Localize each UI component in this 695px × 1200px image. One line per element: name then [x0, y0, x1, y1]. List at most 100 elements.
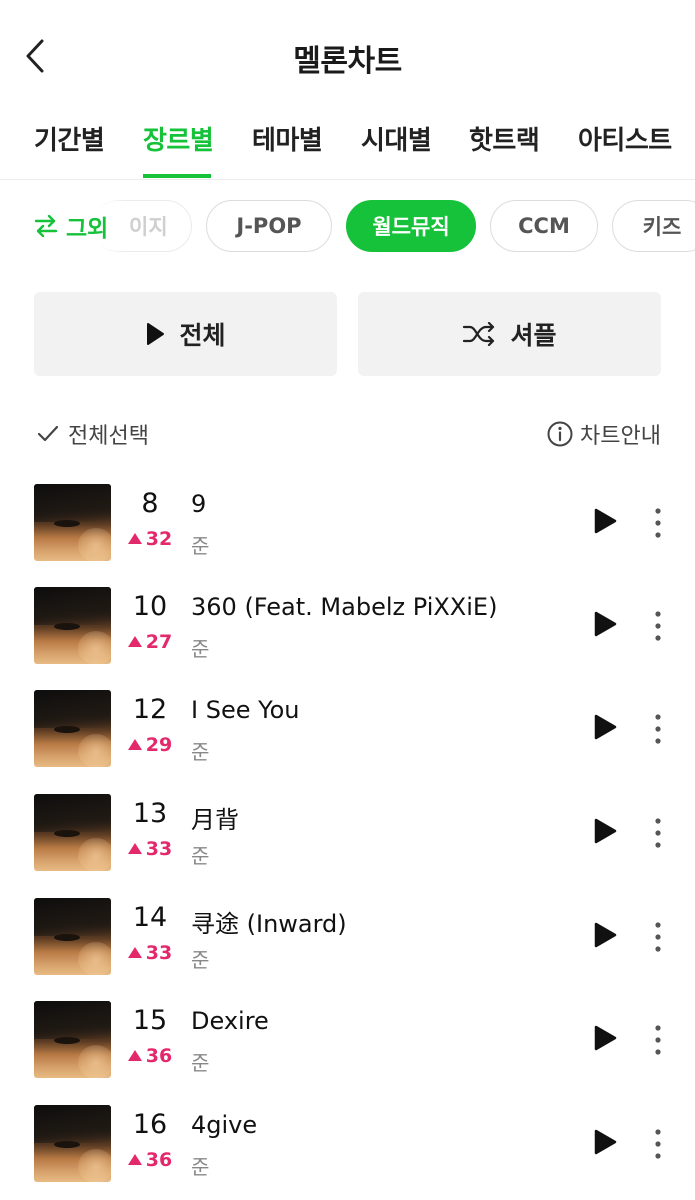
song-play-button[interactable]	[590, 1023, 620, 1053]
rank-number: 13	[132, 798, 168, 829]
song-play-button[interactable]	[590, 1127, 620, 1157]
play-icon	[147, 323, 165, 345]
rank-change: 36	[120, 1149, 180, 1171]
play-all-label: 전체	[179, 321, 226, 350]
more-options-button[interactable]	[648, 1023, 668, 1057]
rank-change-value: 27	[145, 631, 173, 653]
album-art[interactable]	[34, 587, 111, 664]
tab-genre[interactable]: 장르별	[143, 120, 214, 157]
artist-name[interactable]: 준	[191, 530, 209, 559]
more-vertical-icon	[655, 922, 661, 952]
artist-name[interactable]: 준	[191, 1047, 209, 1076]
rank-number: 10	[132, 591, 168, 622]
rank-change-value: 32	[145, 528, 173, 550]
tab-theme[interactable]: 테마별	[252, 120, 323, 157]
song-title[interactable]: 月背	[191, 800, 239, 835]
tab-era[interactable]: 시대별	[361, 120, 432, 157]
genre-chip-bar: 이지 J-POP 월드뮤직 CCM 키즈 그외	[0, 200, 695, 254]
artist-name[interactable]: 준	[191, 736, 209, 765]
play-icon	[594, 714, 617, 740]
song-title[interactable]: 寻途 (Inward)	[191, 904, 347, 939]
tab-hottrack[interactable]: 핫트랙	[469, 120, 540, 157]
genre-swap-button[interactable]: 그외	[0, 200, 128, 252]
rank-up-icon	[127, 1154, 142, 1165]
chart-info-button[interactable]: 차트안내	[546, 418, 661, 450]
song-play-button[interactable]	[590, 920, 620, 950]
more-options-button[interactable]	[648, 920, 668, 954]
rank-up-icon	[127, 533, 142, 544]
header: 멜론차트	[0, 0, 695, 110]
artist-name[interactable]: 준	[191, 840, 209, 869]
album-art[interactable]	[34, 1001, 111, 1078]
rank-up-icon	[127, 739, 142, 750]
song-title[interactable]: 4give	[191, 1111, 257, 1139]
song-play-button[interactable]	[590, 816, 620, 846]
more-options-button[interactable]	[648, 609, 668, 643]
genre-chip-worldmusic[interactable]: 월드뮤직	[346, 200, 476, 252]
song-row[interactable]: 10 27 360 (Feat. Mabelz PiXXiE) 준	[0, 573, 695, 673]
tab-period[interactable]: 기간별	[34, 120, 105, 157]
more-options-button[interactable]	[648, 1127, 668, 1161]
rank-change: 27	[120, 631, 180, 653]
more-vertical-icon	[655, 714, 661, 744]
select-all-label: 전체선택	[68, 424, 149, 449]
song-row[interactable]: 12 29 I See You 준	[0, 676, 695, 776]
play-icon	[594, 508, 617, 534]
list-toolbar: 전체선택 차트안내	[0, 418, 695, 458]
rank-number: 8	[141, 488, 159, 519]
rank-up-icon	[127, 947, 142, 958]
more-options-button[interactable]	[648, 712, 668, 746]
album-art[interactable]	[34, 794, 111, 871]
song-row[interactable]: 8 32 9 준	[0, 470, 695, 570]
rank-change-value: 36	[145, 1045, 173, 1067]
rank-change: 29	[120, 734, 180, 756]
rank-number: 15	[132, 1005, 168, 1036]
artist-name[interactable]: 준	[191, 633, 209, 662]
rank-number: 12	[132, 694, 168, 725]
more-vertical-icon	[655, 1129, 661, 1159]
song-row[interactable]: 15 36 Dexire 준	[0, 987, 695, 1087]
album-art[interactable]	[34, 898, 111, 975]
shuffle-button[interactable]: 셔플	[358, 292, 661, 376]
song-play-button[interactable]	[590, 712, 620, 742]
album-art[interactable]	[34, 1105, 111, 1182]
play-icon	[594, 818, 617, 844]
rank-change-value: 29	[145, 734, 173, 756]
more-vertical-icon	[655, 1025, 661, 1055]
more-vertical-icon	[655, 611, 661, 641]
song-title[interactable]: Dexire	[191, 1007, 269, 1035]
chart-info-label: 차트안내	[580, 424, 661, 449]
rank-change-value: 36	[145, 1149, 173, 1171]
song-row[interactable]: 13 33 月背 준	[0, 780, 695, 880]
play-all-button[interactable]: 전체	[34, 292, 337, 376]
rank-change: 33	[120, 942, 180, 964]
info-icon	[547, 421, 573, 447]
shuffle-icon	[463, 322, 495, 346]
play-icon	[594, 922, 617, 948]
song-title[interactable]: 9	[191, 490, 206, 518]
rank-change-value: 33	[145, 838, 173, 860]
tab-artist[interactable]: 아티스트	[578, 120, 672, 157]
genre-chip-kids[interactable]: 키즈	[612, 200, 695, 252]
album-art[interactable]	[34, 484, 111, 561]
song-title[interactable]: I See You	[191, 696, 299, 724]
active-tab-indicator	[143, 174, 211, 178]
genre-chip-ccm[interactable]: CCM	[490, 200, 598, 252]
swap-label: 그외	[66, 216, 109, 242]
play-icon	[594, 1025, 617, 1051]
select-all-button[interactable]: 전체선택	[36, 418, 149, 450]
artist-name[interactable]: 준	[191, 1151, 209, 1180]
artist-name[interactable]: 준	[191, 944, 209, 973]
more-vertical-icon	[655, 508, 661, 538]
album-art[interactable]	[34, 690, 111, 767]
rank-change-value: 33	[145, 942, 173, 964]
song-play-button[interactable]	[590, 506, 620, 536]
more-options-button[interactable]	[648, 506, 668, 540]
song-play-button[interactable]	[590, 609, 620, 639]
song-title[interactable]: 360 (Feat. Mabelz PiXXiE)	[191, 593, 497, 621]
song-row[interactable]: 14 33 寻途 (Inward) 준	[0, 884, 695, 984]
genre-chip-jpop[interactable]: J-POP	[206, 200, 332, 252]
rank-number: 14	[132, 902, 168, 933]
song-row[interactable]: 16 36 4give 준	[0, 1091, 695, 1191]
more-options-button[interactable]	[648, 816, 668, 850]
